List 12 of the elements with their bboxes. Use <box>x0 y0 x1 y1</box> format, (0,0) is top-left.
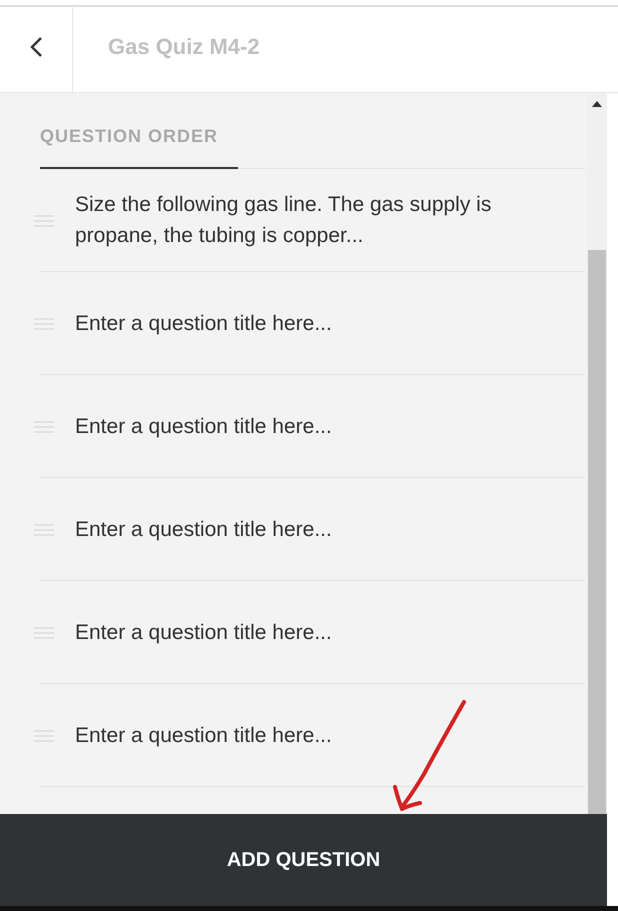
question-title: Size the following gas line. The gas supply is propane, the tubing is copper... <box>75 192 492 249</box>
question-title: Enter a question title here... <box>75 620 333 646</box>
scroll-up-icon[interactable] <box>592 101 602 107</box>
section-heading: QUESTION ORDER <box>40 126 238 169</box>
add-question-button[interactable]: ADD QUESTION <box>0 814 607 906</box>
back-icon <box>29 36 43 58</box>
question-title: Enter a question title here... <box>75 414 333 440</box>
question-title: Enter a question title here... <box>75 310 333 336</box>
question-title: Enter a question title here... <box>75 516 333 542</box>
quiz-title: Gas Quiz M4-2 <box>107 32 260 60</box>
question-title: Enter a question title here... <box>75 722 333 748</box>
scrollbar-thumb[interactable] <box>588 250 606 814</box>
